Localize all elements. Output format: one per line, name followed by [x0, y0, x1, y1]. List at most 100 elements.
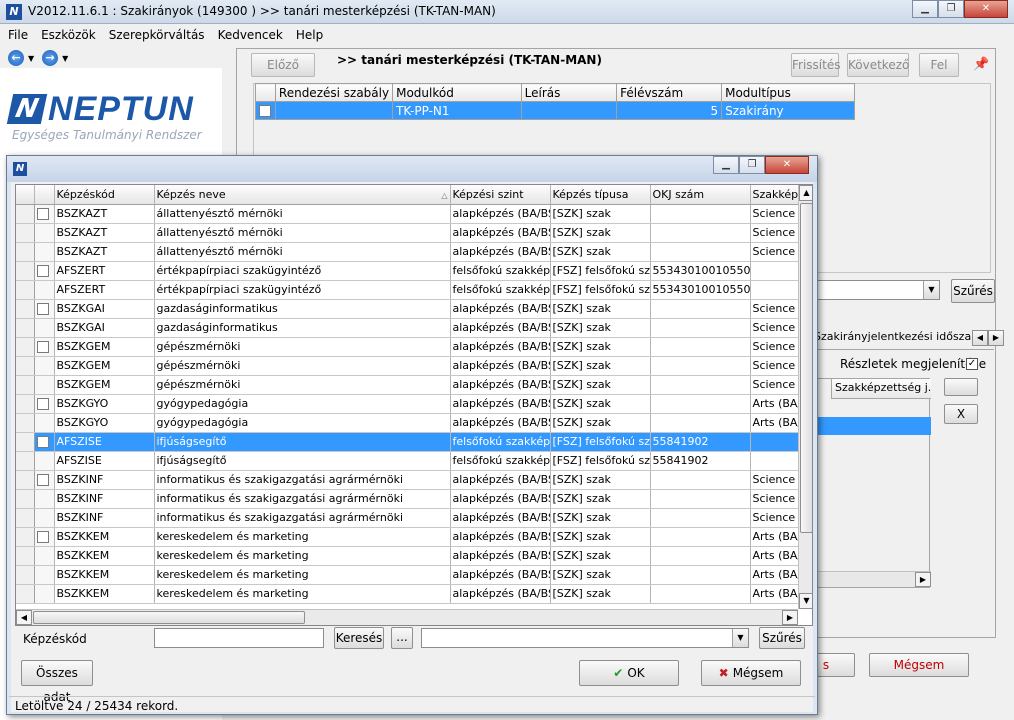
- table-row[interactable]: BSZKAZT állattenyésztő mérnöki alapképzés …: [16, 242, 812, 262]
- dialog-close-button[interactable]: ✕: [765, 156, 809, 174]
- row-header[interactable]: [16, 299, 35, 319]
- back-arrow-icon[interactable]: ←: [8, 50, 24, 66]
- checkbox[interactable]: [36, 398, 49, 410]
- grid-vertical-scrollbar[interactable]: ▲ ▼: [798, 185, 812, 609]
- row-header[interactable]: [16, 318, 35, 338]
- row-header[interactable]: [16, 489, 35, 509]
- table-row[interactable]: BSZKKEM kereskedelem és marketing alapképz…: [16, 565, 812, 585]
- forward-dropdown-icon[interactable]: ▼: [62, 54, 68, 63]
- dialog-minimize-button[interactable]: ▁: [713, 156, 739, 174]
- table-row[interactable]: AFSZERT értékpapírpiaci szakügyintéző fels…: [16, 261, 812, 281]
- row-group-cell[interactable]: [34, 223, 55, 243]
- row-header[interactable]: [16, 413, 35, 433]
- next-button[interactable]: Következő: [847, 53, 909, 77]
- table-row[interactable]: BSZKAZT állattenyésztő mérnöki alapképzés …: [16, 223, 812, 243]
- row-header[interactable]: [16, 356, 35, 376]
- row-header[interactable]: [16, 527, 35, 547]
- row-header[interactable]: [16, 508, 35, 528]
- row-header[interactable]: [16, 280, 35, 300]
- table-row[interactable]: BSZKGAI gazdaságinformatikus alapképzés (B…: [16, 318, 812, 338]
- table-row[interactable]: AFSZERT értékpapírpiaci szakügyintéző fels…: [16, 280, 812, 300]
- details-checkbox[interactable]: ✓: [966, 358, 978, 370]
- ellipsis-button[interactable]: ...: [391, 627, 413, 649]
- col-kepzes-neve[interactable]: Képzés neve △: [154, 185, 451, 205]
- row-header[interactable]: [16, 375, 35, 395]
- row-header[interactable]: [16, 584, 35, 604]
- col-okj-szam[interactable]: OKJ szám: [650, 185, 751, 205]
- row-header[interactable]: [16, 394, 35, 414]
- search-button[interactable]: Keresés: [334, 627, 384, 649]
- forward-arrow-icon[interactable]: →: [42, 50, 59, 66]
- minimize-button[interactable]: ▁: [912, 0, 938, 18]
- col-kepzeskod[interactable]: Képzéskód: [54, 185, 155, 205]
- scroll-down-icon[interactable]: ▼: [799, 593, 812, 609]
- table-row[interactable]: BSZKAZT állattenyésztő mérnöki alapképzés …: [16, 204, 812, 224]
- row-group-cell[interactable]: [34, 356, 55, 376]
- row-header[interactable]: [16, 432, 35, 452]
- table-row[interactable]: BSZKINF informatikus és szakigazgatási ag…: [16, 470, 812, 490]
- row-header[interactable]: [16, 204, 35, 224]
- right-grid-hscroll[interactable]: ▶: [815, 571, 931, 587]
- module-col-felevszam[interactable]: Félévszám: [616, 83, 723, 102]
- row-header[interactable]: [16, 337, 35, 357]
- right-grid-header[interactable]: Szakképzettség j...: [831, 379, 931, 399]
- pin-icon[interactable]: 📌: [973, 57, 989, 72]
- row-header[interactable]: [16, 451, 35, 471]
- dialog-maximize-button[interactable]: ❐: [739, 156, 765, 174]
- row-group-cell[interactable]: [34, 470, 55, 490]
- table-row[interactable]: BSZKGYOgyógypedagógiaalapképzés (BA/BSc[…: [16, 413, 812, 433]
- checkbox[interactable]: [259, 105, 271, 117]
- all-data-button[interactable]: Összes adat: [21, 660, 93, 704]
- row-group-cell[interactable]: [34, 432, 55, 452]
- remove-x-button[interactable]: X: [944, 404, 978, 424]
- table-row[interactable]: BSZKGEMgépészmérnökialapképzés (BA/BSc[S…: [16, 375, 812, 395]
- row-group-cell[interactable]: [34, 489, 55, 509]
- table-row[interactable]: BSZKINF informatikus és szakigazgatási ag…: [16, 489, 812, 509]
- row-header[interactable]: [16, 261, 35, 281]
- menu-file[interactable]: File: [0, 26, 33, 46]
- close-button[interactable]: ✕: [964, 0, 1008, 18]
- back-dropdown-icon[interactable]: ▼: [28, 54, 34, 63]
- menu-eszkozok[interactable]: Eszközök: [33, 26, 101, 46]
- scroll-left-icon[interactable]: ◀: [16, 610, 32, 625]
- module-col-modulkod[interactable]: Modulkód: [392, 83, 522, 102]
- scroll-right-icon[interactable]: ▶: [915, 572, 931, 587]
- table-row[interactable]: TK-PP-N1 5 Szakirány: [255, 101, 855, 120]
- main-filter-button[interactable]: Szűrés: [951, 279, 995, 303]
- chevron-down-icon[interactable]: ▼: [732, 629, 748, 647]
- row-group-cell[interactable]: [34, 318, 55, 338]
- dialog-filter-button[interactable]: Szűrés: [759, 627, 805, 649]
- table-row[interactable]: BSZKGAI gazdaságinformatikus alapképzés (B…: [16, 299, 812, 319]
- cancel-button[interactable]: ✖ Mégsem: [701, 660, 801, 686]
- row-group-cell[interactable]: [34, 508, 55, 528]
- row-group-cell[interactable]: [34, 299, 55, 319]
- menu-szerepkorvaltas[interactable]: Szerepkörváltás: [101, 26, 210, 46]
- right-grid-selected-row[interactable]: [815, 417, 931, 435]
- maximize-button[interactable]: ❐: [938, 0, 964, 18]
- right-combobox[interactable]: ▼: [814, 280, 940, 300]
- checkbox[interactable]: [36, 265, 49, 277]
- row-header[interactable]: [16, 546, 35, 566]
- main-cancel-button[interactable]: Mégsem: [869, 653, 969, 677]
- col-kepzes-tipusa[interactable]: Képzés típusa: [550, 185, 651, 205]
- table-row[interactable]: BSZKGYOgyógypedagógiaalapképzés (BA/BSc[…: [16, 394, 812, 414]
- tab-right-icon[interactable]: ▶: [988, 330, 1004, 346]
- prev-button[interactable]: Előző: [251, 53, 315, 77]
- up-button[interactable]: Fel: [919, 53, 959, 77]
- row-group-cell[interactable]: [34, 413, 55, 433]
- scroll-up-icon[interactable]: ▲: [799, 185, 812, 201]
- chevron-down-icon[interactable]: ▼: [923, 281, 939, 299]
- row-group-cell[interactable]: [34, 584, 55, 604]
- menu-kedvencek[interactable]: Kedvencek: [210, 26, 288, 46]
- filter-combobox[interactable]: ▼: [421, 628, 749, 648]
- table-row[interactable]: BSZKGEMgépészmérnökialapképzés (BA/BSc[S…: [16, 337, 812, 357]
- checkbox[interactable]: [36, 208, 49, 220]
- row-header[interactable]: [16, 470, 35, 490]
- row-group-cell[interactable]: [34, 527, 55, 547]
- row-group-cell[interactable]: [34, 280, 55, 300]
- checkbox[interactable]: [36, 341, 49, 353]
- tab-szakiranyjelentkezesi[interactable]: Szakirányjelentkezési időszak al: [814, 330, 994, 350]
- menu-help[interactable]: Help: [288, 26, 328, 46]
- row-group-cell[interactable]: [34, 204, 55, 224]
- row-group-cell[interactable]: [34, 375, 55, 395]
